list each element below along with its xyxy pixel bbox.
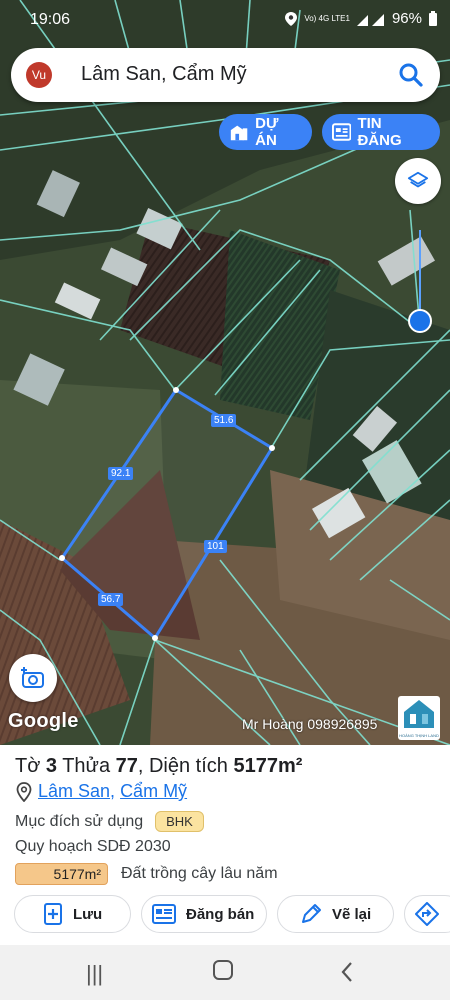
logo-text: HOÀNG THỊNH LAND — [399, 733, 439, 738]
location-icon — [285, 11, 298, 26]
save-button[interactable]: Lưu — [14, 895, 131, 933]
post-label: Đăng bán — [186, 905, 255, 923]
back-icon[interactable] — [340, 961, 354, 989]
layers-button[interactable] — [395, 158, 441, 204]
layers-icon — [407, 171, 429, 188]
system-nav-bar: ||| — [0, 945, 450, 1000]
map-view[interactable]: 51.6 92.1 101 56.7 Google Mr Hoàng 09892… — [0, 0, 450, 745]
sheet-number: 3 — [45, 755, 58, 777]
building-icon — [230, 125, 248, 141]
planning-row: 5177m² Đất trồng cây lâu năm — [15, 863, 278, 885]
directions-button[interactable] — [404, 895, 450, 933]
commune-link[interactable]: Lâm San — [38, 781, 110, 801]
edge-length-label: 56.7 — [98, 593, 124, 606]
listings-chip[interactable]: TIN ĐĂNG — [322, 114, 440, 150]
planning-description: Đất trồng cây lâu năm — [121, 865, 278, 882]
house-logo-icon — [404, 700, 434, 728]
redraw-label: Vẽ lại — [332, 905, 372, 923]
action-bar: Lưu Đăng bán Vẽ lại — [0, 895, 450, 937]
listings-chip-label: TIN ĐĂNG — [357, 115, 402, 149]
brand-logo: HOÀNG THỊNH LAND — [398, 696, 440, 740]
land-use-label: Mục đích sử dụng — [15, 812, 144, 830]
edge-length-label: 101 — [204, 540, 227, 553]
district-link[interactable]: Cẩm Mỹ — [120, 781, 187, 801]
save-label: Lưu — [73, 905, 103, 923]
battery-level: 96% — [391, 10, 422, 27]
edge-length-label: 51.6 — [211, 414, 237, 427]
clock: 19:06 — [30, 11, 71, 28]
projects-chip[interactable]: DỰ ÁN — [219, 114, 312, 150]
search-icon[interactable] — [396, 60, 426, 90]
recent-apps-icon[interactable]: ||| — [86, 961, 103, 987]
add-photo-button[interactable] — [9, 654, 57, 702]
pen-icon — [302, 904, 321, 923]
title-mid: Thửa — [57, 755, 116, 777]
land-use-row: Mục đích sử dụng BHK — [15, 811, 204, 832]
search-query[interactable]: Lâm San, Cẩm Mỹ — [81, 63, 247, 86]
search-bar[interactable]: Vu Lâm San, Cẩm Mỹ — [11, 48, 440, 102]
parcel-info-sheet: Tờ 3 Thửa 77, Diện tích 5177m² Lâm San, … — [0, 745, 450, 945]
map-credit: Mr Hoàng 098926895 — [242, 716, 378, 732]
add-document-icon — [44, 903, 62, 925]
land-use-badge: BHK — [155, 811, 204, 832]
signal-icon — [356, 13, 384, 26]
title-area-label: , Diện tích — [137, 755, 234, 777]
parcel-number: 77 — [115, 755, 138, 777]
home-icon[interactable] — [212, 959, 234, 987]
title-prefix: Tờ — [15, 755, 46, 777]
google-watermark: Google — [8, 710, 79, 732]
parcel-title: Tờ 3 Thửa 77, Diện tích 5177m² — [15, 755, 302, 778]
status-bar: 19:06 Vo) 4G LTE1 96% — [0, 0, 450, 40]
location-pin-icon — [16, 781, 32, 802]
location-separator: , — [110, 781, 121, 801]
post-for-sale-button[interactable]: Đăng bán — [141, 895, 267, 933]
avatar[interactable]: Vu — [26, 62, 52, 88]
planning-area-badge: 5177m² — [15, 863, 108, 885]
planning-label: Quy hoạch SDĐ 2030 — [15, 838, 171, 855]
listing-icon — [152, 904, 176, 924]
edge-length-label: 92.1 — [108, 467, 134, 480]
parcel-area: 5177m² — [233, 755, 303, 777]
battery-icon — [429, 10, 437, 26]
network-label: Vo) 4G LTE1 — [304, 13, 350, 23]
listing-icon — [332, 123, 352, 141]
satellite-imagery — [0, 0, 450, 745]
projects-chip-label: DỰ ÁN — [255, 115, 279, 149]
directions-icon — [415, 902, 439, 926]
camera-plus-icon — [21, 667, 44, 688]
redraw-button[interactable]: Vẽ lại — [277, 895, 394, 933]
parcel-location: Lâm San, Cẩm Mỹ — [16, 781, 187, 802]
